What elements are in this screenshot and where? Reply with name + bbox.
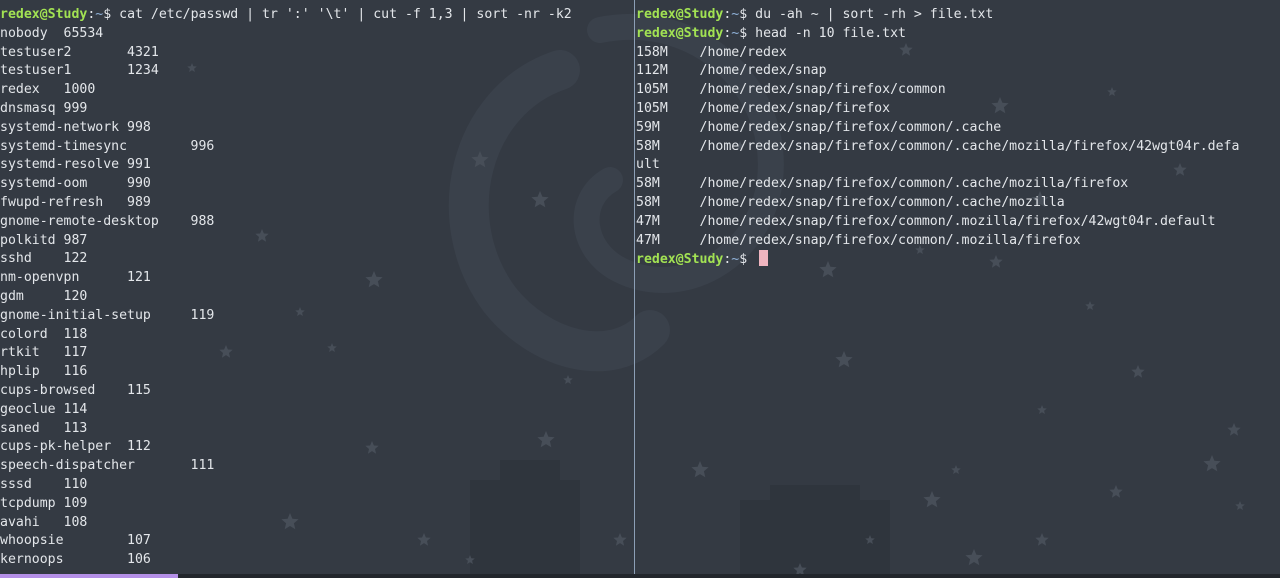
output-line: testuser2 4321 bbox=[0, 44, 159, 60]
terminal-pane-left[interactable]: redex@Study:~$ cat /etc/passwd | tr ':' … bbox=[0, 6, 633, 572]
output-line: 112M /home/redex/snap bbox=[636, 63, 827, 79]
output-line: systemd-network 998 bbox=[0, 119, 151, 135]
output-line: 59M /home/redex/snap/firefox/common/.cac… bbox=[636, 119, 1002, 135]
bottom-status-bar bbox=[0, 574, 1280, 578]
output-line: fwupd-refresh 989 bbox=[0, 194, 151, 210]
output-line: redex 1000 bbox=[0, 82, 96, 98]
output-line: gnome-initial-setup 119 bbox=[0, 307, 215, 323]
prompt-symbol: $ bbox=[103, 7, 120, 22]
output-line: 58M /home/redex/snap/firefox/common/.cac… bbox=[636, 138, 1240, 154]
output-line: colord 118 bbox=[0, 326, 88, 342]
output-line: gnome-remote-desktop 988 bbox=[0, 213, 215, 229]
pane-divider[interactable] bbox=[634, 0, 635, 574]
output-line: whoopsie 107 bbox=[0, 533, 151, 549]
output-line: testuser1 1234 bbox=[0, 63, 159, 79]
active-tab-indicator[interactable] bbox=[0, 574, 178, 578]
output-line: hplip 116 bbox=[0, 364, 88, 380]
output-line: systemd-timesync 996 bbox=[0, 138, 215, 154]
prompt-user-host: redex@Study bbox=[636, 25, 724, 41]
output-line: sshd 122 bbox=[0, 251, 88, 267]
output-line: 47M /home/redex/snap/firefox/common/.moz… bbox=[636, 213, 1216, 229]
output-line: ult bbox=[636, 157, 660, 173]
output-line: avahi 108 bbox=[0, 514, 88, 530]
output-line: speech-dispatcher 111 bbox=[0, 458, 215, 474]
output-line: systemd-resolve 991 bbox=[0, 157, 151, 173]
output-line: nobody 65534 bbox=[0, 25, 104, 41]
output-line: 158M /home/redex bbox=[636, 44, 787, 60]
prompt-symbol: $ bbox=[739, 7, 756, 22]
prompt-symbol: $ bbox=[739, 252, 756, 268]
command-text: du -ah ~ | sort -rh > file.txt bbox=[755, 7, 994, 22]
output-line: systemd-oom 990 bbox=[0, 176, 151, 192]
text-cursor bbox=[759, 250, 769, 267]
command-text: cat /etc/passwd | tr ':' '\t' | cut -f 1… bbox=[119, 7, 572, 22]
prompt-line: redex@Study:~$ du -ah ~ | sort -rh > fil… bbox=[636, 6, 1280, 25]
output-line: 105M /home/redex/snap/firefox bbox=[636, 100, 891, 116]
output-line: saned 113 bbox=[0, 420, 88, 436]
terminal-pane-right[interactable]: redex@Study:~$ du -ah ~ | sort -rh > fil… bbox=[636, 6, 1280, 572]
output-line: nm-openvpn 121 bbox=[0, 270, 151, 286]
prompt-user-host: redex@Study bbox=[636, 7, 724, 22]
prompt-line: redex@Study:~$ head -n 10 file.txt bbox=[636, 25, 1280, 44]
prompt-symbol: $ bbox=[739, 25, 756, 41]
output-line: gdm 120 bbox=[0, 288, 88, 304]
output-line: kernoops 106 bbox=[0, 552, 151, 568]
prompt-user-host: redex@Study bbox=[0, 7, 88, 22]
output-line: sssd 110 bbox=[0, 476, 88, 492]
output-line: tcpdump 109 bbox=[0, 495, 88, 511]
output-line: geoclue 114 bbox=[0, 401, 88, 417]
output-line: cups-pk-helper 112 bbox=[0, 439, 151, 455]
output-line: 47M /home/redex/snap/firefox/common/.moz… bbox=[636, 232, 1081, 248]
output-line: 105M /home/redex/snap/firefox/common bbox=[636, 82, 946, 98]
output-line: 58M /home/redex/snap/firefox/common/.cac… bbox=[636, 194, 1065, 210]
command-text: head -n 10 file.txt bbox=[755, 25, 906, 41]
prompt-user-host: redex@Study bbox=[636, 252, 724, 268]
output-line: dnsmasq 999 bbox=[0, 100, 88, 116]
output-line: cups-browsed 115 bbox=[0, 382, 151, 398]
output-line: 58M /home/redex/snap/firefox/common/.cac… bbox=[636, 176, 1129, 192]
command-output: nobody 65534 testuser2 4321 testuser1 1234… bbox=[0, 25, 633, 570]
output-line: polkitd 987 bbox=[0, 232, 88, 248]
command-output: 158M /home/redex 112M /home/redex/snap 105… bbox=[636, 44, 1280, 251]
output-line: rtkit 117 bbox=[0, 345, 88, 361]
prompt-line: redex@Study:~$ cat /etc/passwd | tr ':' … bbox=[0, 6, 633, 25]
prompt-line-active[interactable]: redex@Study:~$ bbox=[636, 250, 1280, 269]
